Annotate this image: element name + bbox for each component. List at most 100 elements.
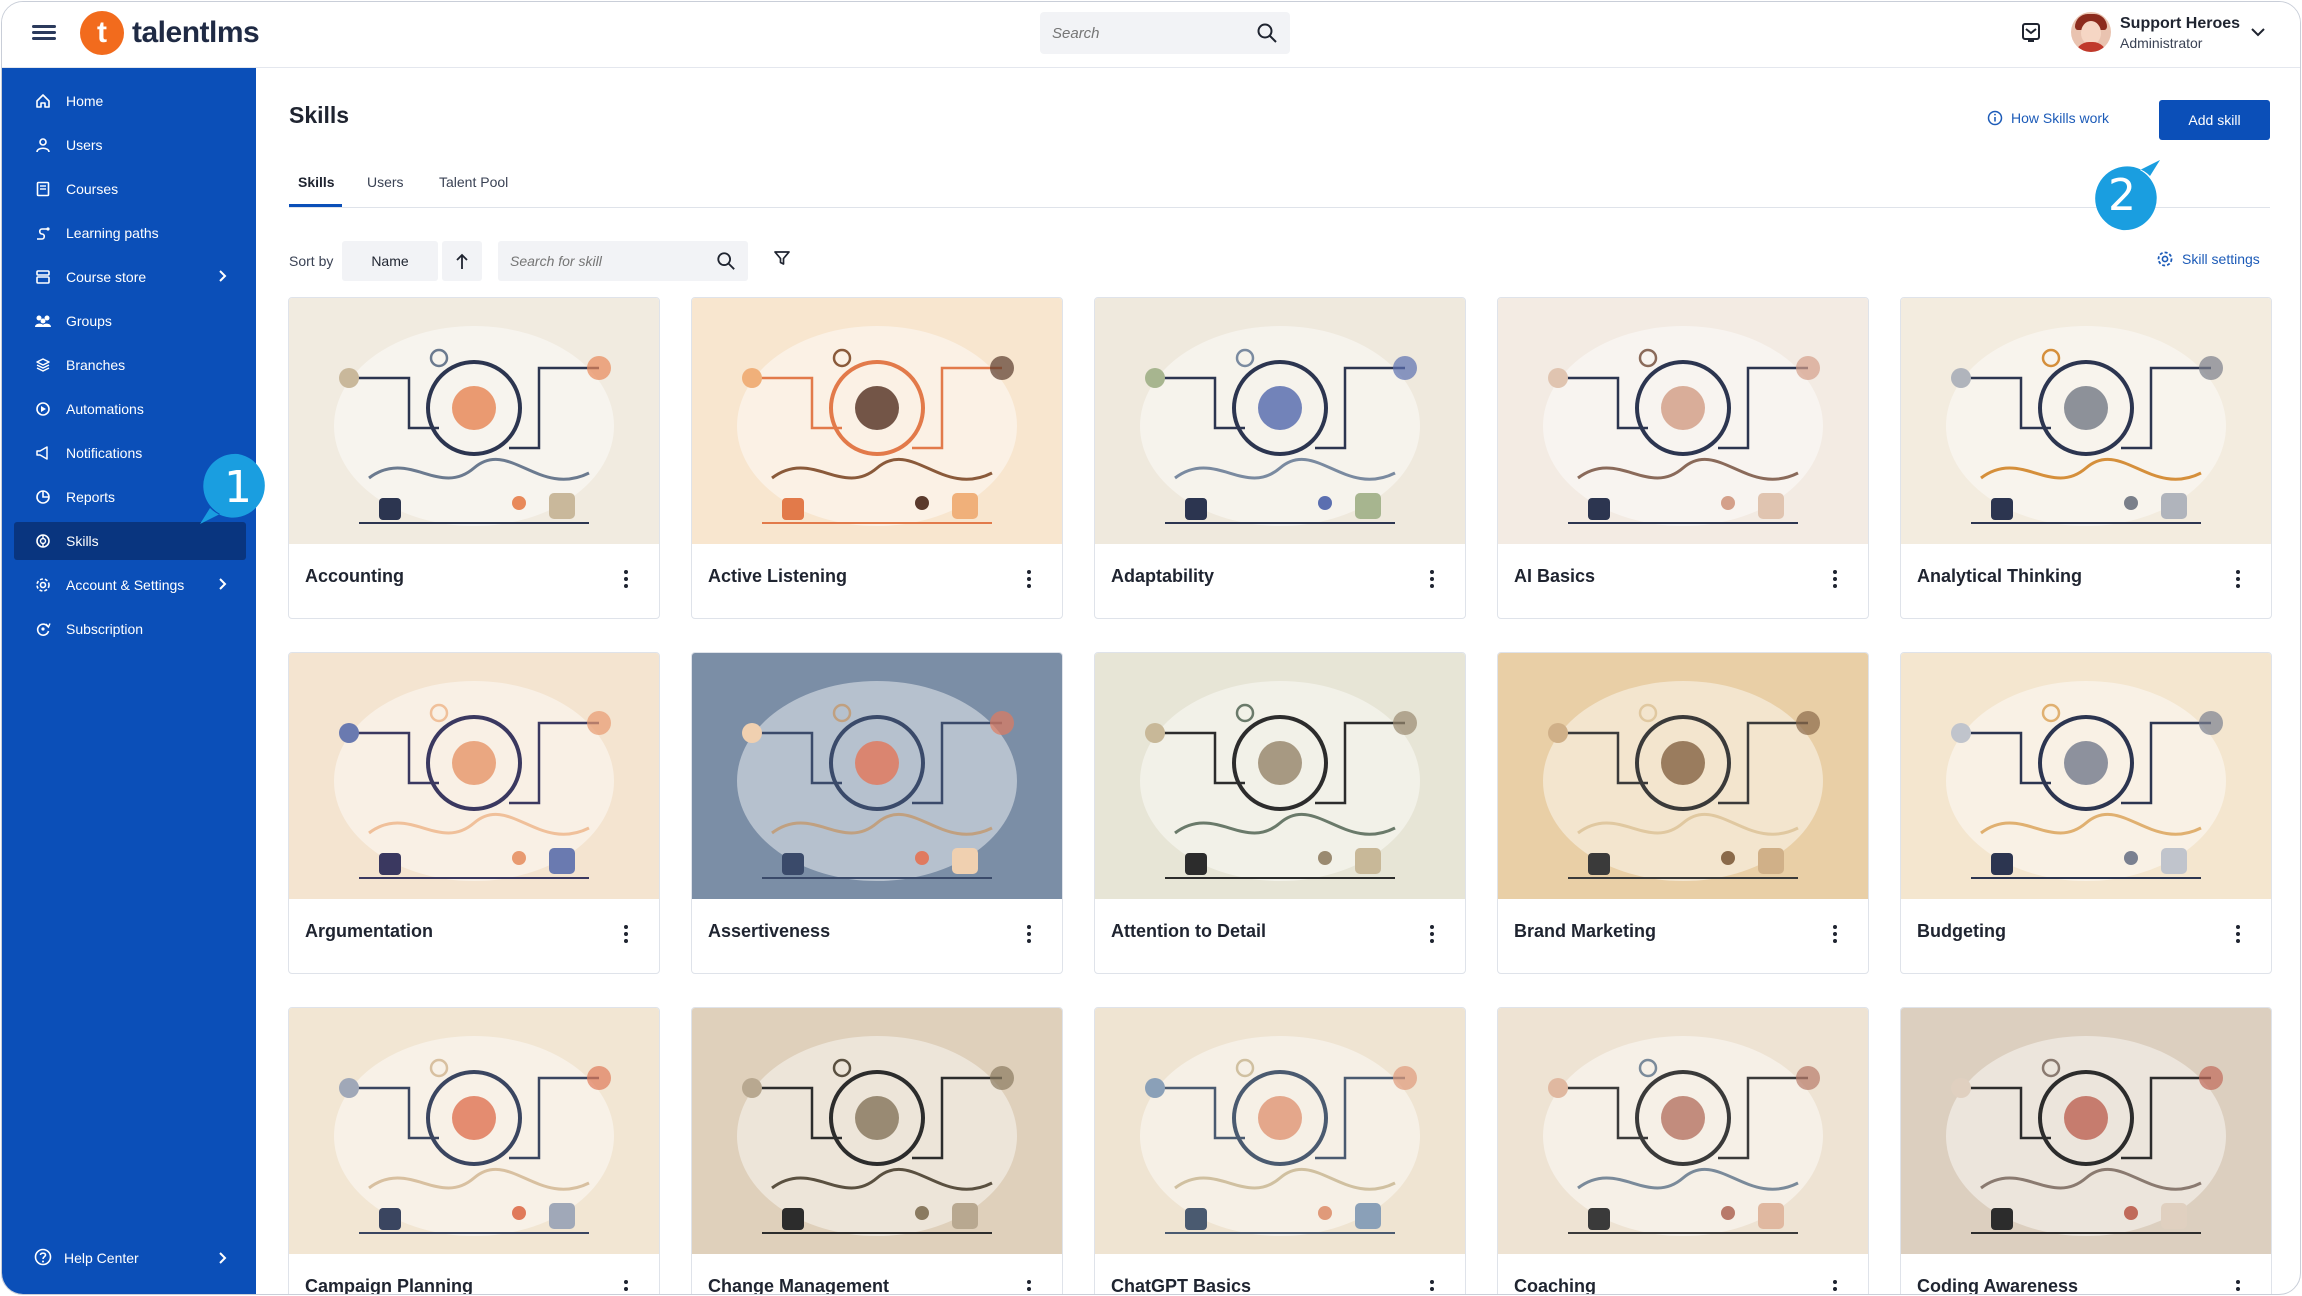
more-options-icon[interactable] xyxy=(2235,925,2241,945)
skill-name[interactable]: Campaign Planning xyxy=(305,1276,473,1294)
skill-card[interactable]: Brand Marketing xyxy=(1497,652,1869,974)
skill-name[interactable]: Change Management xyxy=(708,1276,889,1294)
skill-card[interactable]: Analytical Thinking xyxy=(1900,297,2272,619)
skill-illustration xyxy=(1095,298,1465,544)
skill-card[interactable]: ChatGPT Basics xyxy=(1094,1007,1466,1294)
skill-card[interactable]: Campaign Planning xyxy=(288,1007,660,1294)
menu-icon[interactable] xyxy=(32,22,56,44)
sidebar-item-label: Notifications xyxy=(66,445,143,461)
skill-illustration xyxy=(1498,298,1868,544)
chevron-down-icon[interactable] xyxy=(2250,26,2266,38)
skill-settings-link[interactable]: Skill settings xyxy=(2156,250,2260,268)
search-icon[interactable] xyxy=(716,251,736,271)
sidebar-item-label: Groups xyxy=(66,313,112,329)
skill-card[interactable]: Active Listening xyxy=(691,297,1063,619)
how-skills-work-link[interactable]: How Skills work xyxy=(1987,110,2109,126)
skill-card[interactable]: Coding Awareness xyxy=(1900,1007,2272,1294)
sidebar-item-courses[interactable]: Courses xyxy=(14,170,246,208)
sidebar-item-label: Reports xyxy=(66,489,116,505)
megaphone-icon xyxy=(34,444,52,462)
sidebar-item-home[interactable]: Home xyxy=(14,82,246,120)
more-options-icon[interactable] xyxy=(1026,1280,1032,1294)
skill-card[interactable]: AI Basics xyxy=(1497,297,1869,619)
sidebar-item-learning-paths[interactable]: Learning paths xyxy=(14,214,246,252)
tab-skills[interactable]: Skills xyxy=(298,174,335,190)
sidebar-item-label: Courses xyxy=(66,181,119,197)
skill-name[interactable]: AI Basics xyxy=(1514,566,1595,587)
skill-card[interactable]: Attention to Detail xyxy=(1094,652,1466,974)
skill-name[interactable]: Accounting xyxy=(305,566,404,587)
sidebar-item-automations[interactable]: Automations xyxy=(14,390,246,428)
add-skill-button[interactable]: Add skill xyxy=(2159,100,2270,140)
skill-illustration xyxy=(692,1008,1062,1254)
avatar[interactable] xyxy=(2071,12,2111,52)
filter-icon[interactable] xyxy=(772,248,792,268)
user-role: Administrator xyxy=(2120,35,2203,51)
skill-illustration xyxy=(1095,1008,1465,1254)
skill-name[interactable]: Assertiveness xyxy=(708,921,830,942)
skill-illustration xyxy=(289,1008,659,1254)
skill-name[interactable]: Attention to Detail xyxy=(1111,921,1266,942)
store-icon xyxy=(34,268,52,286)
sidebar: Home Users Courses Learning paths Course… xyxy=(2,68,256,1294)
more-options-icon[interactable] xyxy=(1429,1280,1435,1294)
skill-settings-label: Skill settings xyxy=(2182,251,2260,267)
logo[interactable]: t talentlms xyxy=(80,11,260,55)
more-options-icon[interactable] xyxy=(2235,570,2241,590)
sidebar-item-label: Home xyxy=(66,93,104,109)
tab-users[interactable]: Users xyxy=(367,174,404,190)
skill-card[interactable]: Assertiveness xyxy=(691,652,1063,974)
skill-name[interactable]: Active Listening xyxy=(708,566,847,587)
more-options-icon[interactable] xyxy=(1429,925,1435,945)
skill-name[interactable]: Coaching xyxy=(1514,1276,1596,1294)
tab-bar: Skills Users Talent Pool xyxy=(289,162,2270,208)
skill-card[interactable]: Accounting xyxy=(288,297,660,619)
sidebar-item-branches[interactable]: Branches xyxy=(14,346,246,384)
skill-card[interactable]: Adaptability xyxy=(1094,297,1466,619)
sidebar-item-users[interactable]: Users xyxy=(14,126,246,164)
skill-name[interactable]: Analytical Thinking xyxy=(1917,566,2082,587)
skill-illustration xyxy=(1901,653,2271,899)
skill-card[interactable]: Change Management xyxy=(691,1007,1063,1294)
sidebar-item-account-settings[interactable]: Account & Settings xyxy=(14,566,246,604)
path-icon xyxy=(34,224,52,242)
skill-card[interactable]: Coaching xyxy=(1497,1007,1869,1294)
sidebar-item-label: Users xyxy=(66,137,103,153)
more-options-icon[interactable] xyxy=(1832,925,1838,945)
sidebar-item-label: Skills xyxy=(66,533,99,549)
skill-name[interactable]: Budgeting xyxy=(1917,921,2006,942)
sidebar-item-groups[interactable]: Groups xyxy=(14,302,246,340)
skills-icon xyxy=(34,532,52,550)
skill-card[interactable]: Budgeting xyxy=(1900,652,2272,974)
more-options-icon[interactable] xyxy=(1832,570,1838,590)
help-center-link[interactable]: Help Center xyxy=(14,1238,246,1278)
sort-direction-button[interactable] xyxy=(442,241,482,281)
sidebar-item-label: Automations xyxy=(66,401,144,417)
skill-name[interactable]: ChatGPT Basics xyxy=(1111,1276,1251,1294)
inbox-icon[interactable] xyxy=(2020,20,2042,44)
info-icon xyxy=(1987,110,2003,126)
user-name[interactable]: Support Heroes xyxy=(2120,15,2240,33)
help-center-label: Help Center xyxy=(64,1250,139,1266)
sidebar-item-subscription[interactable]: Subscription xyxy=(14,610,246,648)
more-options-icon[interactable] xyxy=(1026,570,1032,590)
skill-illustration xyxy=(1901,1008,2271,1254)
skill-name[interactable]: Brand Marketing xyxy=(1514,921,1656,942)
more-options-icon[interactable] xyxy=(623,925,629,945)
skill-name[interactable]: Argumentation xyxy=(305,921,433,942)
more-options-icon[interactable] xyxy=(623,1280,629,1294)
tab-talent-pool[interactable]: Talent Pool xyxy=(439,174,508,190)
sidebar-item-course-store[interactable]: Course store xyxy=(14,258,246,296)
skill-name[interactable]: Coding Awareness xyxy=(1917,1276,2078,1294)
more-options-icon[interactable] xyxy=(1429,570,1435,590)
skill-name[interactable]: Adaptability xyxy=(1111,566,1214,587)
search-icon[interactable] xyxy=(1256,22,1278,44)
more-options-icon[interactable] xyxy=(2235,1280,2241,1294)
skill-card[interactable]: Argumentation xyxy=(288,652,660,974)
more-options-icon[interactable] xyxy=(1026,925,1032,945)
sort-select[interactable]: Name xyxy=(342,241,438,281)
more-options-icon[interactable] xyxy=(623,570,629,590)
skill-search-input[interactable] xyxy=(498,241,698,281)
global-search-input[interactable] xyxy=(1040,12,1240,54)
more-options-icon[interactable] xyxy=(1832,1280,1838,1294)
